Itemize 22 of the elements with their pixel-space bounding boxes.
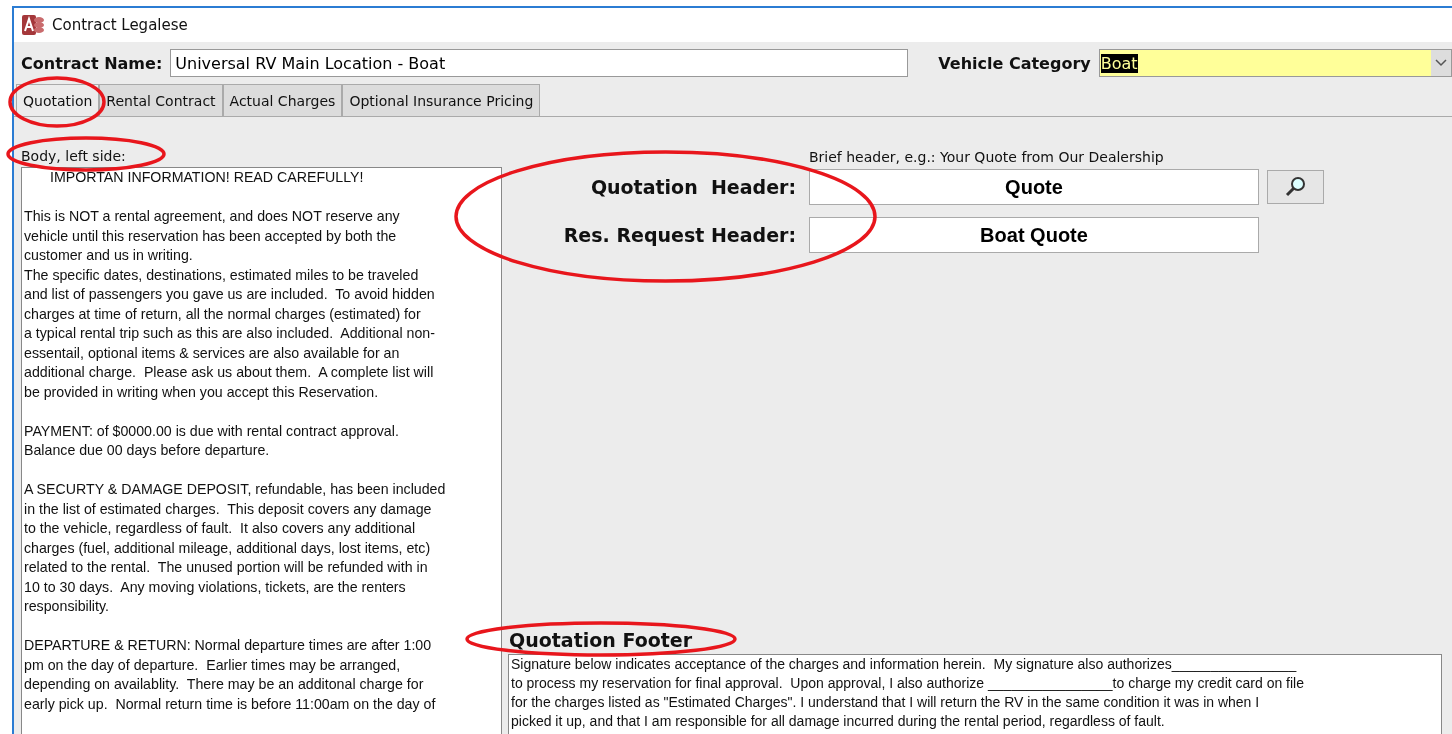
chevron-down-icon: [1435, 59, 1447, 67]
field-label: Quotation Header:: [589, 176, 796, 198]
field-label: Res. Request Header:: [562, 224, 796, 246]
footer-label: Quotation Footer: [508, 629, 693, 651]
tab[interactable]: Quotation: [16, 84, 100, 116]
vehicle-category-dropdown[interactable]: Boat: [1098, 49, 1452, 77]
field-label: Vehicle Category: [938, 53, 1091, 73]
field-label: Contract Name:: [21, 53, 163, 73]
window-title: Contract Legalese: [52, 16, 188, 34]
contract-name-field[interactable]: Universal RV Main Location - Boat: [170, 49, 909, 77]
body-text-area[interactable]: IMPORTAN INFORMATION! READ CAREFULLY! This is NOT a rental agreement, and does NOT reserve any vehicle until this reservation has been accepted by both the customer and us in writing. The specific dates, destinations, estimated miles to be traveled and list of passengers you gave us are included. To avoid hidden charges at time of return, all the normal charges (estimated) for a typical rental trip such as this are also included. Additional non- essentail, optional items & services are also available for an additional charge. Please ask us about them. A complete list will be provided in writing when you accept this Reservation. PAYMENT: of $0000.00 is due with rental contract approval. Balance due 00 days before departure. A SECURTY & DAMAGE DEPOSIT, refundable, has been included in the list of estimated charges. This deposit covers any damage to the vehicle, regardless of fault. It also covers any additional charges (fuel, additional mileage, additional days, lost items, etc) related to the rental. The unused portion will be refunded with in 10 to 30 days. Any moving violations, tickets, are the renters responsibility. DEPARTURE & RETURN: Normal departure times are after 1:00 pm on the day of departure. Earlier times may be arranged, depending on availablity. There may be an additonal charge for early pick up. Normal return time is before 11:00am on the day of: [21, 167, 502, 734]
tab[interactable]: Rental Contract: [99, 84, 223, 116]
app-logo-icon: [22, 15, 44, 35]
body-label: Body, left side:: [21, 147, 127, 165]
search-icon: [1284, 176, 1307, 198]
search-button[interactable]: [1267, 170, 1324, 204]
tab[interactable]: Optional Insurance Pricing: [342, 84, 541, 116]
tab[interactable]: Actual Charges: [222, 84, 343, 116]
header-field[interactable]: Quote: [809, 169, 1259, 205]
footer-text-area[interactable]: Signature below indicates acceptance of the charges and information herein. My signature also authorizes________________ to process my reservation for final approval. Upon approval, I also authorize ________________to charge my credit card on file for the charges listed as "Estimated Charges". I understand that I will return the RV in the same condition it was in when I picked it up, and that I am responsible for all damage incurred during the rental period, regardless of fault.: [508, 654, 1442, 734]
hint-text: Brief header, e.g.: Your Quote from Our Dealership: [809, 149, 1164, 165]
header-field[interactable]: Boat Quote: [809, 217, 1259, 253]
